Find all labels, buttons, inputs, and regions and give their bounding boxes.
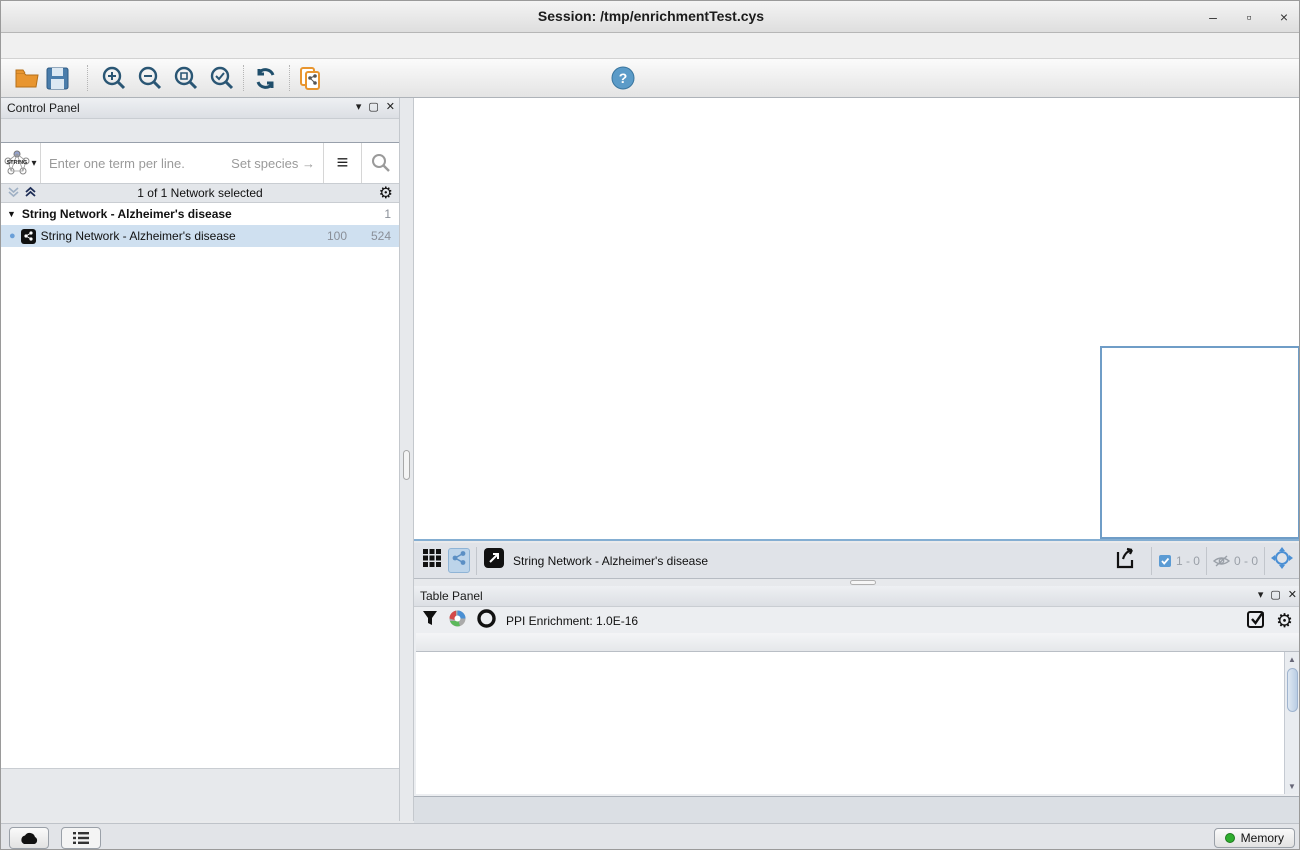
table-browser-tabs xyxy=(414,796,1300,823)
refresh-icon[interactable] xyxy=(252,65,279,92)
hidden-count-badge: 0 - 0 xyxy=(1213,554,1258,568)
network-name: String Network - Alzheimer's disease xyxy=(41,229,236,243)
zoom-in-icon[interactable] xyxy=(100,65,127,92)
memory-status-dot xyxy=(1225,833,1235,843)
table-header-row xyxy=(416,633,1299,652)
control-panel-header: Control Panel ▾ ▢ ✕ xyxy=(1,98,399,119)
svg-text:STRING: STRING xyxy=(7,160,28,166)
status-bar: Memory xyxy=(1,823,1300,850)
network-options-gear-icon[interactable]: ⚙ xyxy=(379,183,393,203)
open-session-icon[interactable] xyxy=(14,65,41,92)
string-logo-icon[interactable]: STRING ▾ xyxy=(1,143,41,183)
string-dropdown-arrow[interactable]: ▾ xyxy=(31,158,36,169)
collection-count: 1 xyxy=(384,207,391,221)
app-window: Session: /tmp/enrichmentTest.cys – ▫ × xyxy=(0,0,1300,850)
network-row-selected[interactable]: ● String Network - Alzheimer's disease 1… xyxy=(1,225,399,247)
select-columns-icon[interactable] xyxy=(1246,609,1266,634)
memory-label: Memory xyxy=(1241,831,1284,845)
species-hint: Set species → xyxy=(231,156,315,171)
ring-chart-icon[interactable] xyxy=(477,609,496,633)
enrichment-table: ▲ ▼ xyxy=(416,633,1299,794)
table-panel: Table Panel ▾ ▢ ✕ PPI Enrichment: 1.0E-1… xyxy=(414,586,1300,796)
selection-count-text: 1 of 1 Network selected xyxy=(1,186,399,200)
panel-float-icon[interactable]: ▢ xyxy=(1270,588,1280,601)
network-collection-row[interactable]: ▼ String Network - Alzheimer's disease 1 xyxy=(1,203,399,225)
string-term-input[interactable]: Enter one term per line. Set species → xyxy=(41,156,323,171)
birdseye-view[interactable] xyxy=(1100,346,1300,539)
toolbar-separator xyxy=(243,65,244,91)
clone-network-icon[interactable] xyxy=(297,65,324,92)
title-bar: Session: /tmp/enrichmentTest.cys – ▫ × xyxy=(1,1,1300,33)
control-panel-tabs xyxy=(1,119,399,143)
scrollbar-thumb[interactable] xyxy=(1287,668,1298,712)
toolbar-separator xyxy=(1264,547,1265,575)
toolbar-separator xyxy=(87,65,88,91)
toolbar-separator xyxy=(289,65,290,91)
cloud-tasks-button[interactable] xyxy=(9,827,49,849)
main-toolbar: ? xyxy=(1,59,1300,98)
task-list-button[interactable] xyxy=(61,827,101,849)
filter-icon[interactable] xyxy=(422,610,438,632)
toolbar-separator xyxy=(1206,547,1207,575)
zoom-fit-icon[interactable] xyxy=(172,65,199,92)
enrichment-chart-icon[interactable] xyxy=(448,609,467,633)
network-tree: ▼ String Network - Alzheimer's disease 1… xyxy=(1,203,399,769)
control-panel: Control Panel ▾ ▢ ✕ STRING ▾ Enter one t… xyxy=(1,98,400,821)
zoom-out-icon[interactable] xyxy=(136,65,163,92)
ppi-enrichment-text: PPI Enrichment: 1.0E-16 xyxy=(506,614,638,628)
panel-close-icon[interactable]: ✕ xyxy=(386,100,395,113)
panel-close-icon[interactable]: ✕ xyxy=(1288,588,1297,601)
table-vertical-scrollbar[interactable]: ▲ ▼ xyxy=(1284,652,1299,794)
collection-expand-icon[interactable]: ▼ xyxy=(7,209,16,219)
network-view-toolbar: String Network - Alzheimer's disease 1 -… xyxy=(414,543,1300,579)
memory-button[interactable]: Memory xyxy=(1214,828,1295,848)
navigate-compass-icon[interactable] xyxy=(1271,547,1293,574)
network-edge-count: 524 xyxy=(371,229,391,243)
close-button[interactable]: × xyxy=(1269,5,1299,29)
network-canvas[interactable] xyxy=(414,98,1300,541)
network-selection-bar: 1 of 1 Network selected ⚙ xyxy=(1,184,399,203)
window-title: Session: /tmp/enrichmentTest.cys xyxy=(1,8,1300,24)
vertical-splitter[interactable] xyxy=(400,98,414,821)
string-options-icon[interactable]: ≡ xyxy=(323,143,361,183)
panel-float-icon[interactable]: ▢ xyxy=(368,100,378,113)
control-panel-title: Control Panel xyxy=(7,101,80,115)
toolbar-separator xyxy=(476,547,477,575)
table-panel-title: Table Panel xyxy=(420,589,483,603)
string-network-badge-icon xyxy=(21,229,36,244)
maximize-button[interactable]: ▫ xyxy=(1234,5,1264,29)
share-view-icon[interactable] xyxy=(448,548,470,573)
string-query-bar: STRING ▾ Enter one term per line. Set sp… xyxy=(1,143,399,184)
table-panel-header: Table Panel ▾ ▢ ✕ xyxy=(414,586,1300,607)
collection-name: String Network - Alzheimer's disease xyxy=(22,207,232,221)
splitter-handle[interactable] xyxy=(850,580,876,585)
menu-bar xyxy=(1,33,1300,59)
scroll-up-arrow[interactable]: ▲ xyxy=(1286,653,1298,666)
panel-menu-icon[interactable]: ▾ xyxy=(1258,588,1264,601)
detach-view-icon[interactable] xyxy=(483,547,505,574)
export-network-icon[interactable] xyxy=(1113,546,1137,575)
help-icon[interactable]: ? xyxy=(610,65,637,92)
toolbar-separator xyxy=(1151,547,1152,575)
horizontal-splitter[interactable] xyxy=(414,579,1300,586)
scroll-down-arrow[interactable]: ▼ xyxy=(1286,780,1298,793)
svg-text:?: ? xyxy=(619,70,628,86)
minimize-button[interactable]: – xyxy=(1198,5,1228,29)
splitter-handle[interactable] xyxy=(403,450,410,480)
enrichment-toolbar: PPI Enrichment: 1.0E-16 ⚙ xyxy=(414,607,1300,635)
network-view-title: String Network - Alzheimer's disease xyxy=(513,554,1113,568)
string-input-placeholder: Enter one term per line. xyxy=(49,156,185,171)
table-settings-gear-icon[interactable]: ⚙ xyxy=(1276,610,1293,633)
save-session-icon[interactable] xyxy=(44,65,71,92)
selected-count-badge: 1 - 0 xyxy=(1158,554,1200,568)
zoom-selected-icon[interactable] xyxy=(208,65,235,92)
grid-view-icon[interactable] xyxy=(422,548,442,573)
string-search-icon[interactable] xyxy=(361,143,399,183)
panel-menu-icon[interactable]: ▾ xyxy=(356,100,362,113)
current-network-dot-icon: ● xyxy=(9,230,16,242)
network-node-count: 100 xyxy=(327,229,347,243)
